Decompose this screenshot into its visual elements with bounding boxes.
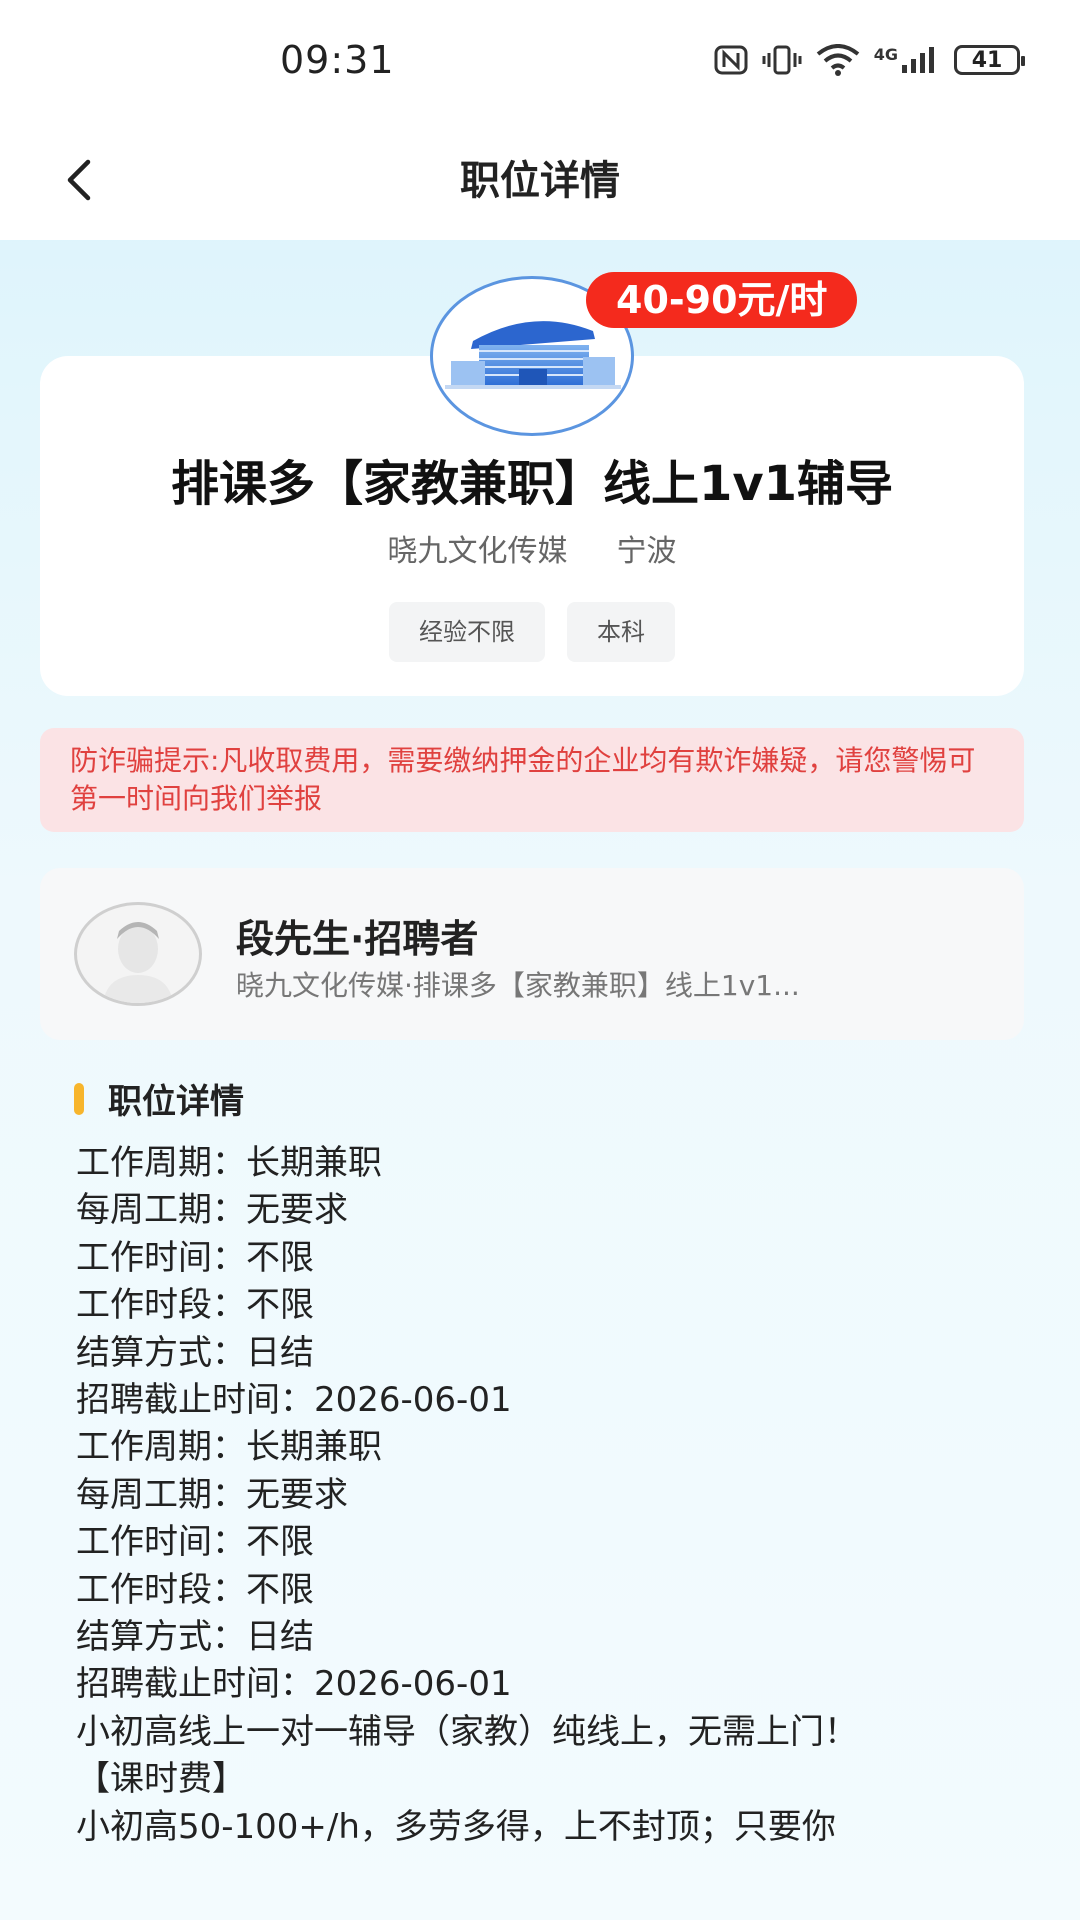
job-title: 排课多【家教兼职】线上1v1辅导 [170,456,894,512]
status-bar: 09:31 4G 41 [0,0,1080,120]
detail-row: 工作周期：长期兼职 [76,1143,382,1183]
vibrate-icon [762,45,802,75]
detail-row: 招聘截止时间：2026-06-01 [76,1664,512,1705]
detail-row: 结算方式：日结 [76,1617,314,1658]
section-header-job-details: 职位详情 [74,1074,244,1123]
recruiter-subtitle: 晓九文化传媒·排课多【家教兼职】线上1v1... [236,969,800,1002]
job-tags: 经验不限 本科 [40,602,1024,662]
job-details-content: 工作周期：长期兼职 每周工期：无要求 工作时间：不限 工作时段：不限 结算方式：… [76,1140,976,1851]
section-accent-bar [74,1082,84,1115]
detail-row: 工作时间：不限 [76,1522,314,1563]
tag-experience: 经验不限 [389,602,545,662]
status-time: 09:31 [280,38,395,82]
job-city: 宁波 [616,534,677,569]
wifi-icon [816,44,860,76]
company-location: 晓九文化传媒 宁波 [40,526,1024,570]
nav-bar: 职位详情 [0,120,1080,240]
battery-icon: 41 [954,45,1025,75]
fraud-warning-text: 防诈骗提示:凡收取费用，需要缴纳押金的企业均有欺诈嫌疑，请您警惕可第一时间向我们… [70,744,976,815]
detail-row: 工作时段：不限 [76,1569,314,1610]
detail-row: 工作周期：长期兼职 [76,1427,382,1468]
salary-badge: 40-90元/时 [586,272,858,328]
detail-row: 工作时段：不限 [76,1285,314,1326]
fee-heading: 【课时费】 [76,1759,246,1800]
battery-level: 41 [971,47,1003,73]
company-name: 晓九文化传媒 [387,534,568,569]
detail-row: 招聘截止时间：2026-06-01 [76,1380,512,1421]
fraud-warning-banner: 防诈骗提示:凡收取费用，需要缴纳押金的企业均有欺诈嫌疑，请您警惕可第一时间向我们… [40,728,1024,832]
recruiter-name: 段先生·招聘者 [236,917,479,961]
job-description: 小初高线上一对一辅导（家教）纯线上，无需上门！ [76,1711,858,1752]
recruiter-card[interactable]: 段先生·招聘者 晓九文化传媒·排课多【家教兼职】线上1v1... [40,868,1024,1040]
network-label: 4G [873,45,898,64]
section-title: 职位详情 [108,1082,244,1122]
page-title: 职位详情 [460,158,620,204]
tag-education: 本科 [567,602,675,662]
detail-row: 每周工期：无要求 [76,1474,348,1515]
signal-4g-icon: 4G [874,45,940,75]
job-description-fee: 小初高50-100+/h，多劳多得，上不封顶；只要你 [76,1806,836,1847]
nfc-icon [714,45,748,75]
detail-row: 工作时间：不限 [76,1237,314,1278]
detail-row: 每周工期：无要求 [76,1190,348,1231]
avatar [74,902,202,1006]
status-icons: 4G 41 [714,44,1025,76]
detail-row: 结算方式：日结 [76,1332,314,1373]
